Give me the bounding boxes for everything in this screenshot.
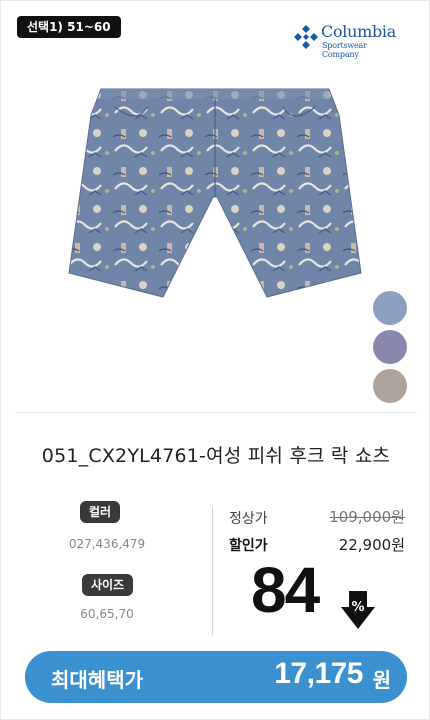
color-label: 컬러 [80,501,121,523]
percent-down-arrow-icon: % [341,591,375,629]
color-swatch-2[interactable] [373,330,407,364]
vertical-divider [212,507,213,635]
max-benefit-label: 최대혜택가 [51,668,143,692]
selection-badge: 선택1) 51~60 [17,16,121,38]
color-codes: 027,436,479 [68,537,146,551]
size-values: 60,65,70 [80,607,134,621]
color-swatch-3[interactable] [373,369,407,403]
sale-price-label: 할인가 [229,538,268,554]
brand-name: Columbia [321,22,396,41]
max-benefit-price-bar[interactable]: 최대혜택가 17,175 원 [25,651,407,703]
brand-subtitle: Sportswear Company [322,41,367,59]
svg-text:%: % [351,600,364,615]
color-swatch-1[interactable] [373,291,407,325]
divider [15,412,417,413]
max-benefit-unit: 원 [372,668,391,692]
max-benefit-price: 17,175 [274,657,363,690]
columbia-diamond-icon [294,25,318,49]
product-name[interactable]: 051_CX2YL4761-여성 피쉬 후크 락 쇼츠 [1,441,430,468]
regular-price-label: 정상가 [229,511,268,527]
brand-logo: Columbia Sportswear Company [293,21,405,59]
sale-price: 22,900원 [338,536,405,554]
regular-price: 109,000원 [329,508,405,526]
size-label: 사이즈 [82,574,134,596]
discount-rate: 84 [251,554,320,626]
product-image[interactable] [67,85,363,301]
product-card[interactable]: 선택1) 51~60 Columbia Sportswear Company 0… [0,0,430,720]
color-swatches [373,291,407,408]
